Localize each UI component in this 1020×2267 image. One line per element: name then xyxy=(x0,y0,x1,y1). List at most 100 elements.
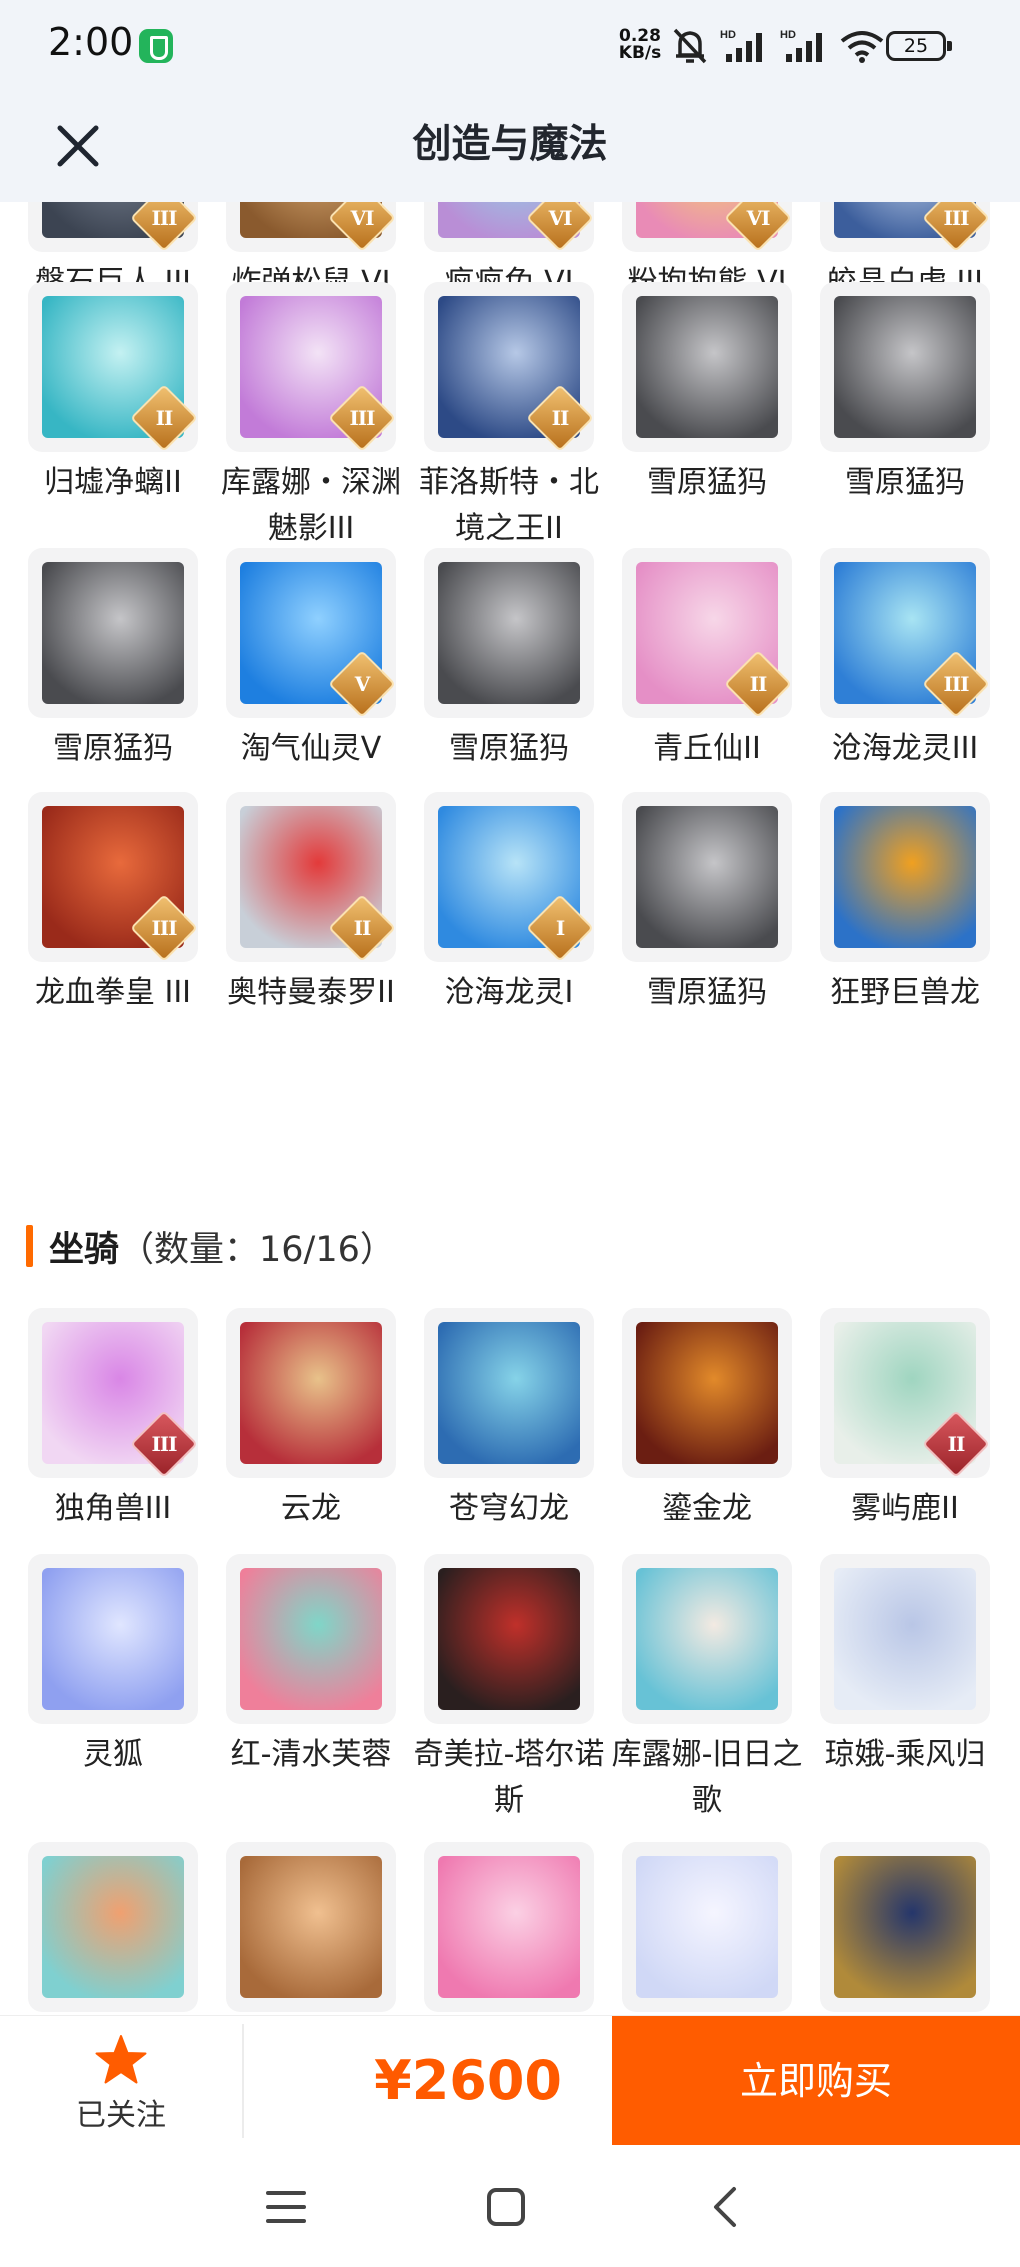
item-card[interactable]: III xyxy=(226,282,396,452)
item-image xyxy=(240,1568,382,1710)
item-cell[interactable] xyxy=(410,1842,608,2015)
item-card[interactable] xyxy=(622,792,792,962)
item-cell[interactable]: 奇美拉-塔尔诺斯 xyxy=(410,1554,608,1824)
item-cell[interactable]: 狂野巨兽龙 xyxy=(806,792,1004,1016)
item-card[interactable] xyxy=(424,1554,594,1724)
follow-button[interactable]: 已关注 xyxy=(0,2016,242,2146)
item-card[interactable]: II xyxy=(424,282,594,452)
item-cell[interactable]: 云龙 xyxy=(212,1308,410,1532)
item-card[interactable] xyxy=(622,1842,792,2012)
item-card[interactable] xyxy=(622,282,792,452)
item-cell[interactable]: 雪原猛犸 xyxy=(410,548,608,772)
item-card[interactable] xyxy=(424,1842,594,2012)
item-name: 狂野巨兽龙 xyxy=(830,975,980,1010)
grade-badge-text: V xyxy=(354,672,370,696)
item-card[interactable] xyxy=(424,1308,594,1478)
item-card[interactable]: III xyxy=(820,548,990,718)
item-card[interactable] xyxy=(424,548,594,718)
item-cell[interactable]: 雪原猛犸 xyxy=(14,548,212,772)
back-button[interactable] xyxy=(694,2175,758,2239)
item-cell[interactable]: III 库露娜・深渊魅影III xyxy=(212,282,410,552)
item-cell[interactable]: II 菲洛斯特・北境之王II xyxy=(410,282,608,552)
item-card[interactable]: V xyxy=(226,548,396,718)
item-card[interactable] xyxy=(226,1554,396,1724)
item-cell[interactable]: III 龙血拳皇 III xyxy=(14,792,212,1016)
item-card[interactable] xyxy=(820,1554,990,1724)
item-image xyxy=(240,1322,382,1464)
item-card[interactable] xyxy=(226,1308,396,1478)
item-cell[interactable] xyxy=(212,1842,410,2015)
item-cell[interactable]: 红-清水芙蓉 xyxy=(212,1554,410,1778)
item-cell[interactable]: 雪原猛犸 xyxy=(608,792,806,1016)
home-button[interactable] xyxy=(474,2175,538,2239)
item-cell[interactable]: 雪原猛犸 xyxy=(608,282,806,506)
item-name: 苍穹幻龙 xyxy=(449,1491,569,1526)
item-cell[interactable] xyxy=(806,1842,1004,2015)
wifi-icon xyxy=(840,31,884,63)
menu-button[interactable] xyxy=(254,2175,318,2239)
item-cell[interactable]: III 沧海龙灵III xyxy=(806,548,1004,772)
item-card[interactable] xyxy=(820,1842,990,2012)
item-card[interactable] xyxy=(28,1842,198,2012)
item-card[interactable]: VI xyxy=(622,202,792,252)
item-cell[interactable]: II 奥特曼泰罗II xyxy=(212,792,410,1016)
item-cell[interactable]: 鎏金龙 xyxy=(608,1308,806,1532)
item-card[interactable]: I xyxy=(424,792,594,962)
item-name: 库露娜・深渊魅影III xyxy=(221,465,401,546)
item-card[interactable] xyxy=(820,282,990,452)
item-cell[interactable] xyxy=(14,1842,212,2015)
item-cell[interactable]: II 青丘仙II xyxy=(608,548,806,772)
item-name: 雪原猛犸 xyxy=(449,731,569,766)
item-cell[interactable]: 灵狐 xyxy=(14,1554,212,1778)
item-cell[interactable]: I 沧海龙灵I xyxy=(410,792,608,1016)
grade-badge-text: I xyxy=(555,916,565,940)
item-cell[interactable] xyxy=(608,1842,806,2015)
item-card[interactable] xyxy=(622,1554,792,1724)
item-name: 红-清水芙蓉 xyxy=(230,1737,392,1772)
status-time: 2:00 xyxy=(48,20,134,64)
grade-badge-text: VI xyxy=(746,206,770,230)
grade-badge: VI xyxy=(724,202,792,252)
item-name: 雪原猛犸 xyxy=(53,731,173,766)
grade-badge: III xyxy=(130,202,198,252)
item-card[interactable]: III xyxy=(28,202,198,252)
item-card[interactable]: III xyxy=(28,792,198,962)
item-card[interactable]: III xyxy=(820,202,990,252)
item-name: 雪原猛犸 xyxy=(647,465,767,500)
grade-badge-text: II xyxy=(947,1432,965,1456)
mounts-section-label: 坐骑 xyxy=(49,1229,120,1270)
item-card[interactable]: VI xyxy=(226,202,396,252)
item-cell[interactable]: III 独角兽III xyxy=(14,1308,212,1532)
item-card[interactable] xyxy=(28,548,198,718)
item-image xyxy=(636,296,778,438)
item-card[interactable]: II xyxy=(820,1308,990,1478)
item-name: 菲洛斯特・北境之王II xyxy=(419,465,599,546)
item-card[interactable]: II xyxy=(28,282,198,452)
item-card[interactable]: II xyxy=(622,548,792,718)
battery-icon: 25 xyxy=(886,31,952,61)
item-cell[interactable]: V 淘气仙灵V xyxy=(212,548,410,772)
grade-badge-text: III xyxy=(943,672,969,696)
item-card[interactable] xyxy=(28,1554,198,1724)
item-card[interactable] xyxy=(226,1842,396,2012)
item-card[interactable] xyxy=(820,792,990,962)
mounts-section-header: 坐骑 （数量：16/16） xyxy=(26,1220,395,1272)
item-card[interactable]: VI xyxy=(424,202,594,252)
item-card[interactable]: II xyxy=(226,792,396,962)
item-cell[interactable]: 琼娥-乘风归 xyxy=(806,1554,1004,1778)
item-name: 独角兽III xyxy=(54,1491,172,1526)
item-name: 雪原猛犸 xyxy=(647,975,767,1010)
grade-badge-text: VI xyxy=(350,206,374,230)
item-name: 雾屿鹿II xyxy=(851,1491,959,1526)
item-cell[interactable]: II 归墟净螭II xyxy=(14,282,212,506)
content-scroll-area[interactable]: III磐石巨人 IIIVI炸弹松鼠 VIVI疯疯兔 VIVI粉抱抱熊 VIIII… xyxy=(0,202,1020,2015)
buy-now-button[interactable]: 立即购买 xyxy=(612,2016,1020,2146)
item-name: 青丘仙II xyxy=(653,731,761,766)
item-card[interactable] xyxy=(622,1308,792,1478)
item-cell[interactable]: 雪原猛犸 xyxy=(806,282,1004,506)
item-cell[interactable]: 库露娜-旧日之歌 xyxy=(608,1554,806,1824)
item-cell[interactable]: II 雾屿鹿II xyxy=(806,1308,1004,1532)
item-cell[interactable]: 苍穹幻龙 xyxy=(410,1308,608,1532)
item-card[interactable]: III xyxy=(28,1308,198,1478)
item-image xyxy=(834,806,976,948)
